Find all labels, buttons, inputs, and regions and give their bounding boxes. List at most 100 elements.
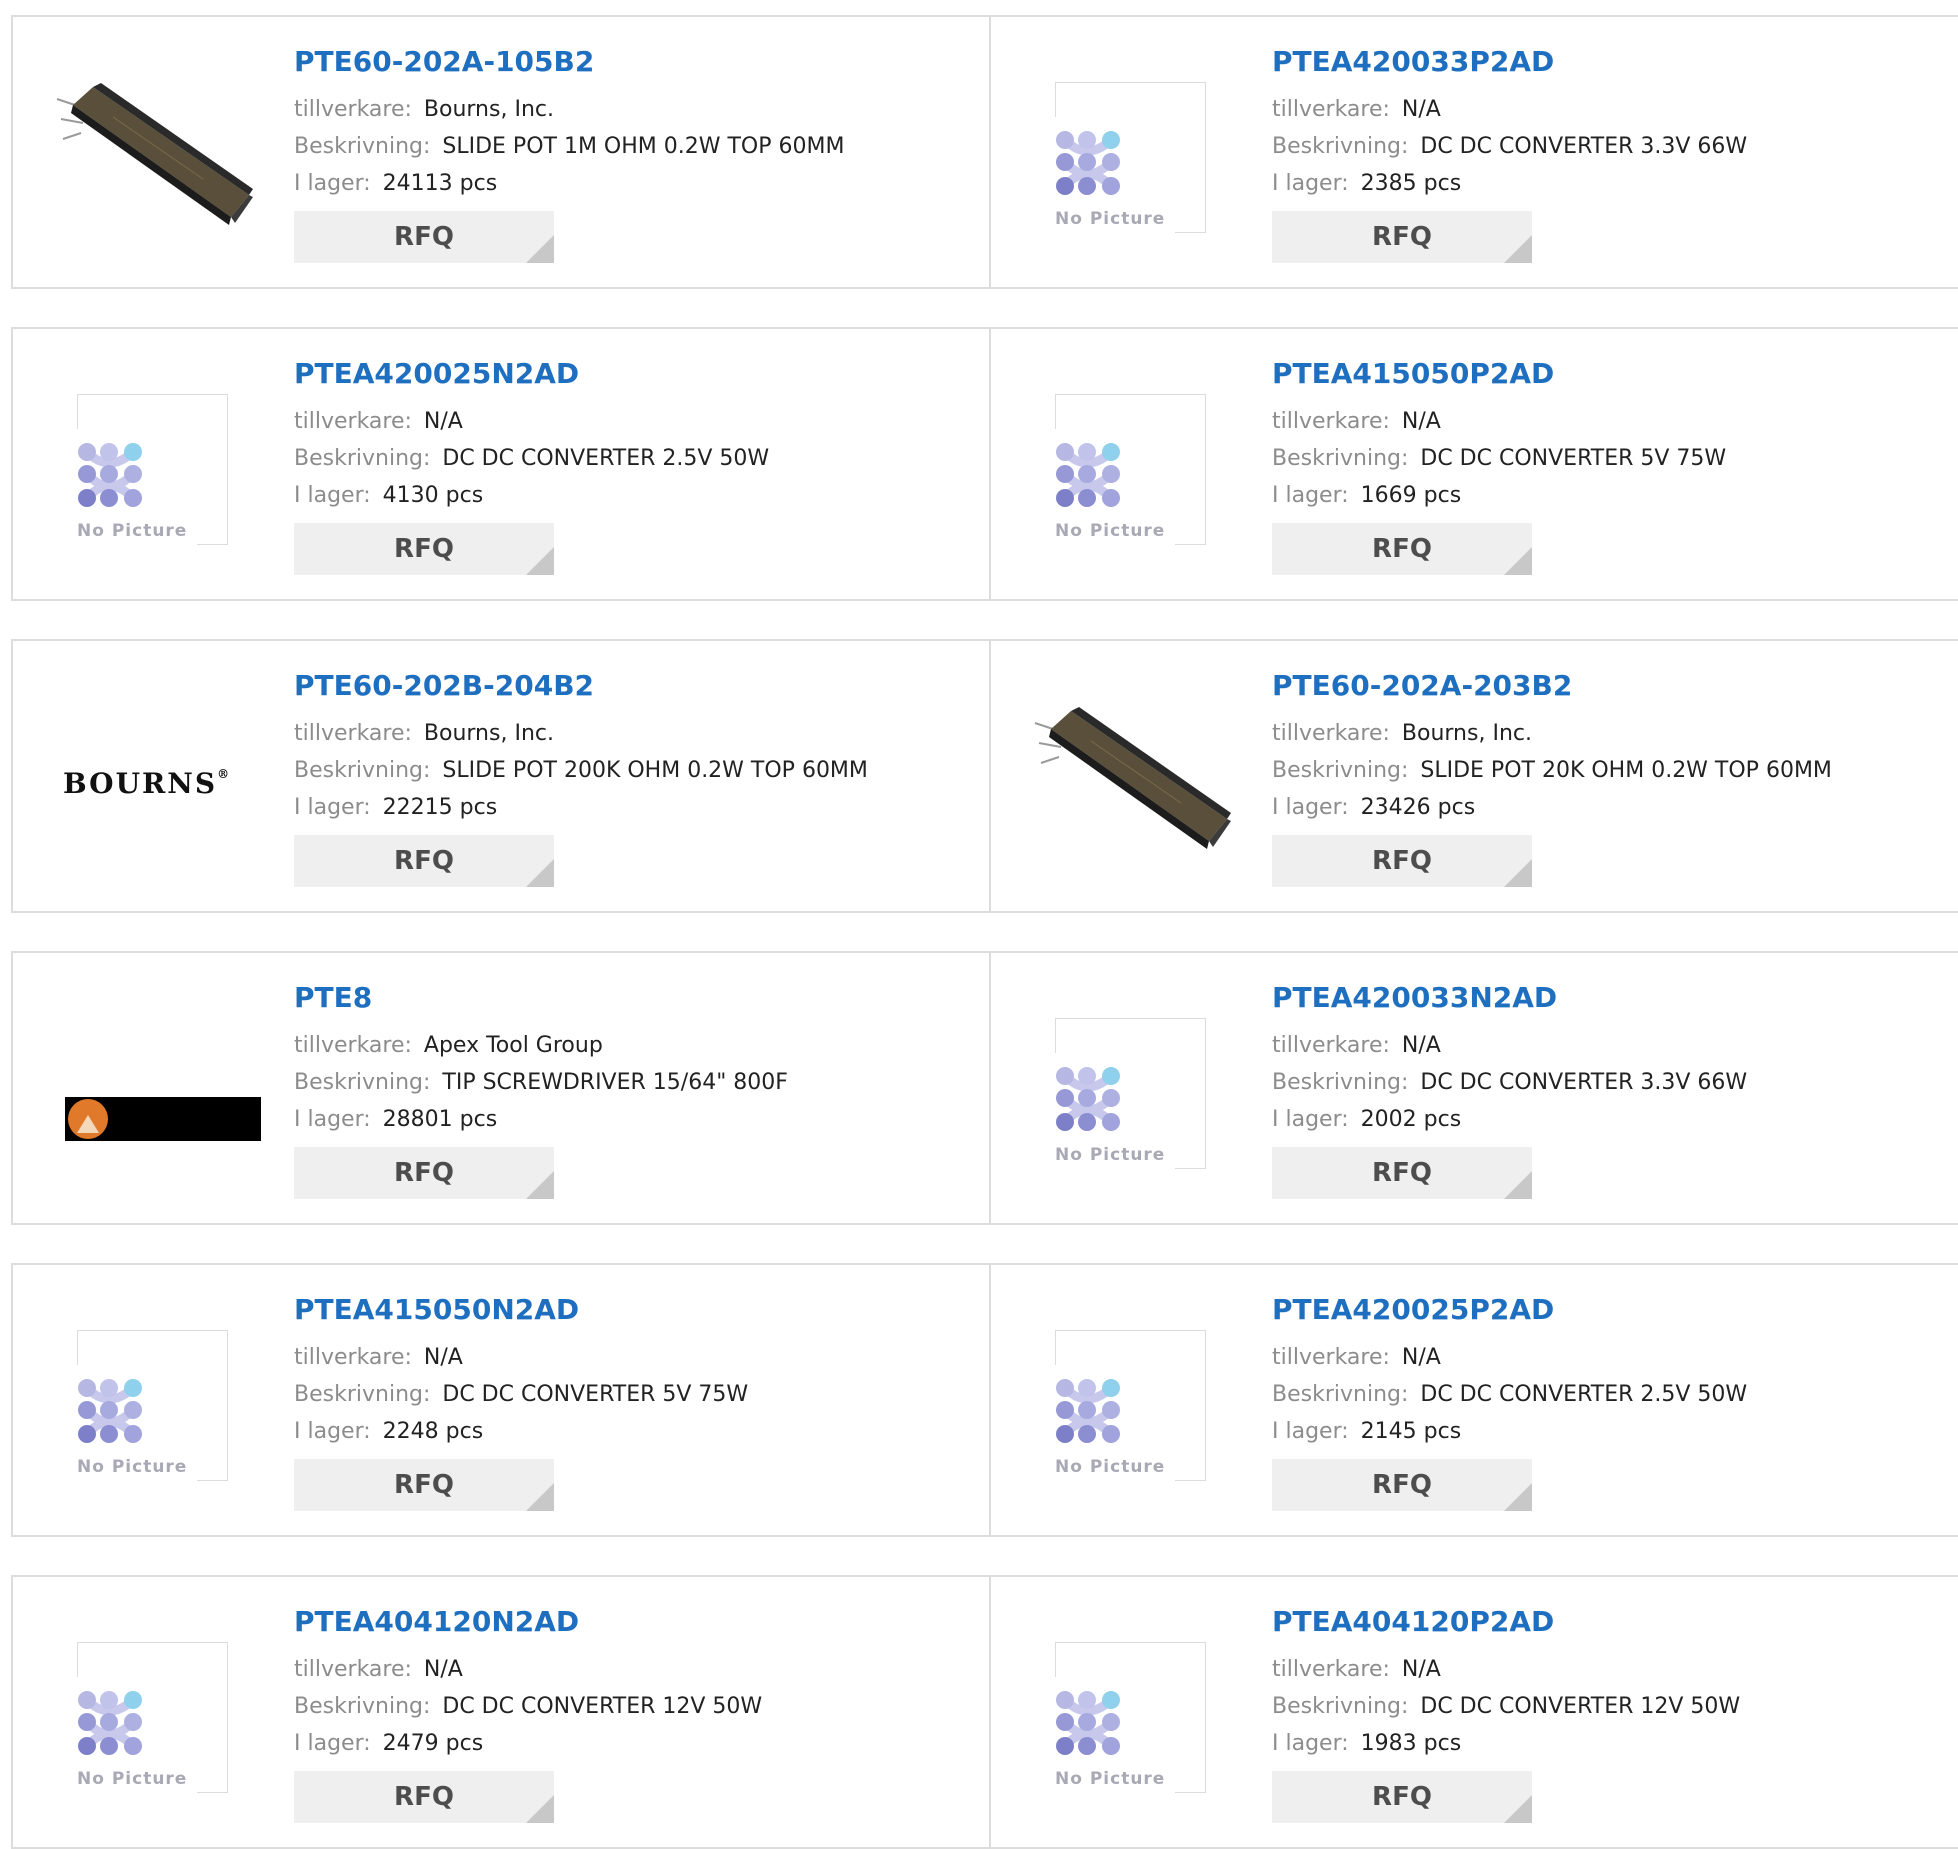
corner-triangle-icon: [1504, 1483, 1532, 1511]
rfq-label: RFQ: [1372, 1158, 1432, 1188]
description-row: Beskrivning: DC DC CONVERTER 2.5V 50W: [294, 440, 979, 477]
part-number-link[interactable]: PTEA420033P2AD: [1272, 45, 1948, 79]
product-thumbnail[interactable]: No Picture: [1031, 1607, 1231, 1817]
description-label: Beskrivning:: [1272, 1070, 1409, 1095]
product-thumbnail[interactable]: [53, 47, 253, 257]
manufacturer-value: N/A: [1401, 97, 1441, 122]
no-picture-text: No Picture: [77, 1457, 188, 1477]
rfq-button[interactable]: RFQ: [1272, 1771, 1532, 1823]
product-info: PTEA404120P2AD tillverkare: N/A Beskrivni…: [1272, 1605, 1948, 1823]
product-thumbnail[interactable]: No Picture: [1031, 359, 1231, 569]
manufacturer-row: tillverkare: N/A: [1272, 1027, 1948, 1064]
product-card: No Picture PTEA415050P2AD tillverkare: N/…: [991, 329, 1958, 599]
bourns-logo-text: BOURNS: [63, 767, 218, 800]
rfq-label: RFQ: [394, 1158, 454, 1188]
product-row: BOURNS® PTE60-202B-204B2 tillverkare: Bou…: [11, 639, 1958, 913]
rfq-button[interactable]: RFQ: [1272, 835, 1532, 887]
description-row: Beskrivning: DC DC CONVERTER 2.5V 50W: [1272, 1376, 1948, 1413]
stock-value: 1983 pcs: [1360, 1731, 1462, 1756]
registered-mark: ®: [217, 767, 232, 781]
rfq-button[interactable]: RFQ: [294, 1147, 554, 1199]
description-label: Beskrivning:: [294, 1382, 431, 1407]
manufacturer-row: tillverkare: N/A: [1272, 1651, 1948, 1688]
product-thumbnail[interactable]: No Picture: [1031, 983, 1231, 1193]
apex-mark-icon: [68, 1099, 108, 1139]
product-card: No Picture PTEA420033P2AD tillverkare: N/…: [991, 17, 1958, 287]
product-info: PTE60-202A-105B2 tillverkare: Bourns, Inc…: [294, 45, 979, 263]
stock-value: 1669 pcs: [1360, 483, 1462, 508]
stock-label: I lager:: [1272, 1107, 1349, 1132]
part-number-link[interactable]: PTE8: [294, 981, 979, 1015]
rfq-button[interactable]: RFQ: [294, 523, 554, 575]
product-thumbnail[interactable]: No Picture: [53, 1295, 253, 1505]
rfq-button[interactable]: RFQ: [294, 1459, 554, 1511]
product-thumbnail[interactable]: [1031, 671, 1231, 881]
part-number-link[interactable]: PTE60-202B-204B2: [294, 669, 979, 703]
manufacturer-label: tillverkare:: [294, 97, 412, 122]
manufacturer-label: tillverkare:: [1272, 721, 1390, 746]
no-picture-text: No Picture: [1055, 209, 1166, 229]
no-picture-logo-icon: [78, 443, 142, 507]
corner-triangle-icon: [1504, 859, 1532, 887]
rfq-label: RFQ: [394, 222, 454, 252]
product-thumbnail[interactable]: [53, 983, 261, 1193]
part-number-link[interactable]: PTEA420025N2AD: [294, 357, 979, 391]
rfq-button[interactable]: RFQ: [1272, 211, 1532, 263]
manufacturer-value: N/A: [1401, 409, 1441, 434]
rfq-button[interactable]: RFQ: [294, 835, 554, 887]
manufacturer-value: Bourns, Inc.: [1401, 721, 1532, 746]
manufacturer-value: Bourns, Inc.: [423, 721, 554, 746]
no-picture-logo-icon: [1056, 1691, 1120, 1755]
rfq-button[interactable]: RFQ: [1272, 1147, 1532, 1199]
product-thumbnail[interactable]: BOURNS®: [53, 671, 253, 881]
manufacturer-value: N/A: [1401, 1033, 1441, 1058]
part-number-link[interactable]: PTEA420033N2AD: [1272, 981, 1948, 1015]
manufacturer-label: tillverkare:: [1272, 97, 1390, 122]
stock-row: I lager: 2145 pcs: [1272, 1413, 1948, 1450]
product-thumbnail[interactable]: No Picture: [53, 359, 253, 569]
part-number-link[interactable]: PTEA415050N2AD: [294, 1293, 979, 1327]
corner-triangle-icon: [526, 1483, 554, 1511]
part-number-link[interactable]: PTEA420025P2AD: [1272, 1293, 1948, 1327]
no-picture-text: No Picture: [1055, 521, 1166, 541]
no-picture-text: No Picture: [77, 521, 188, 541]
description-value: TIP SCREWDRIVER 15/64" 800F: [442, 1070, 788, 1095]
stock-row: I lager: 2248 pcs: [294, 1413, 979, 1450]
stock-row: I lager: 1983 pcs: [1272, 1725, 1948, 1762]
product-thumbnail[interactable]: No Picture: [53, 1607, 253, 1817]
no-picture-text: No Picture: [77, 1769, 188, 1789]
manufacturer-label: tillverkare:: [294, 721, 412, 746]
corner-triangle-icon: [1504, 547, 1532, 575]
rfq-label: RFQ: [394, 1470, 454, 1500]
stock-value: 2248 pcs: [382, 1419, 484, 1444]
product-row: PTE8 tillverkare: Apex Tool Group Beskriv…: [11, 951, 1958, 1225]
part-number-link[interactable]: PTEA404120P2AD: [1272, 1605, 1948, 1639]
part-number-link[interactable]: PTEA404120N2AD: [294, 1605, 979, 1639]
rfq-button[interactable]: RFQ: [1272, 523, 1532, 575]
stock-row: I lager: 1669 pcs: [1272, 477, 1948, 514]
rfq-button[interactable]: RFQ: [294, 211, 554, 263]
rfq-button[interactable]: RFQ: [1272, 1459, 1532, 1511]
product-thumbnail[interactable]: No Picture: [1031, 47, 1231, 257]
manufacturer-value: Apex Tool Group: [423, 1033, 603, 1058]
rfq-button[interactable]: RFQ: [294, 1771, 554, 1823]
stock-value: 28801 pcs: [382, 1107, 498, 1132]
description-label: Beskrivning:: [294, 134, 431, 159]
description-label: Beskrivning:: [1272, 134, 1409, 159]
corner-triangle-icon: [526, 547, 554, 575]
part-number-link[interactable]: PTEA415050P2AD: [1272, 357, 1948, 391]
no-picture-logo-icon: [1056, 1379, 1120, 1443]
description-value: DC DC CONVERTER 12V 50W: [1420, 1694, 1741, 1719]
no-picture-logo-icon: [1056, 443, 1120, 507]
stock-row: I lager: 4130 pcs: [294, 477, 979, 514]
description-row: Beskrivning: DC DC CONVERTER 5V 75W: [1272, 440, 1948, 477]
manufacturer-row: tillverkare: N/A: [1272, 1339, 1948, 1376]
product-info: PTE60-202A-203B2 tillverkare: Bourns, Inc…: [1272, 669, 1948, 887]
manufacturer-row: tillverkare: N/A: [294, 1651, 979, 1688]
part-number-link[interactable]: PTE60-202A-203B2: [1272, 669, 1948, 703]
product-thumbnail[interactable]: No Picture: [1031, 1295, 1231, 1505]
stock-label: I lager:: [294, 171, 371, 196]
description-value: DC DC CONVERTER 2.5V 50W: [442, 446, 770, 471]
manufacturer-value: Bourns, Inc.: [423, 97, 554, 122]
part-number-link[interactable]: PTE60-202A-105B2: [294, 45, 979, 79]
